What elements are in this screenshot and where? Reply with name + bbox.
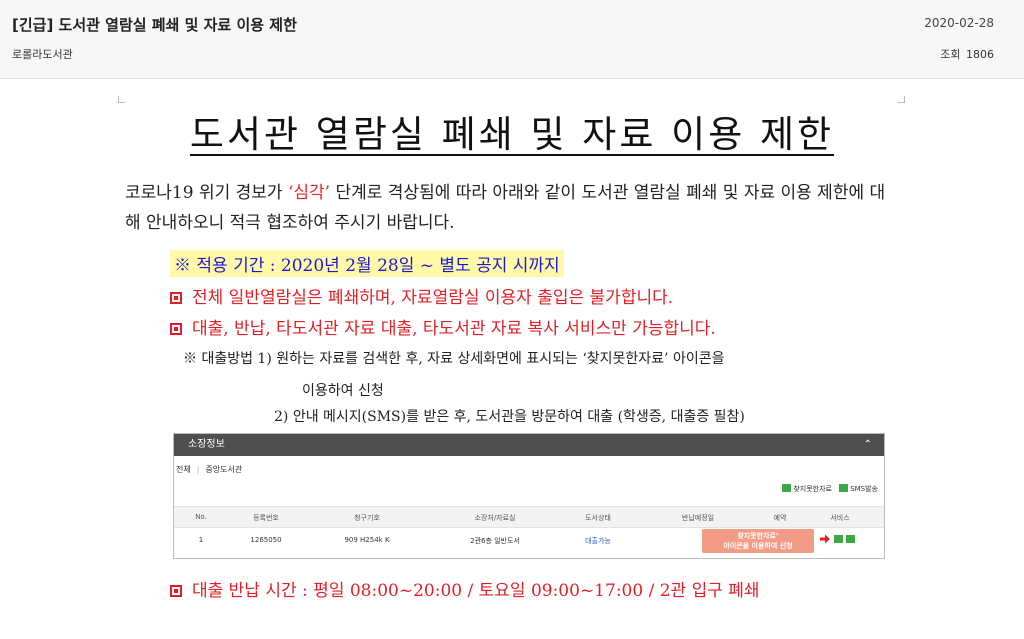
collapse-chevron-icon[interactable]: ⌃ — [864, 434, 872, 456]
cell-reg-no: 1265050 — [250, 536, 282, 544]
cell-no: 1 — [198, 536, 204, 544]
tab-central-library[interactable]: 중앙도서관 — [205, 465, 242, 474]
col-due-date: 반납예정일 — [681, 514, 715, 522]
square-bullet-icon — [170, 585, 182, 597]
views-count: 1806 — [966, 48, 994, 61]
cell-call-no: 909 H254k K — [344, 536, 390, 544]
holdings-panel-header: 소장정보 ⌃ — [174, 434, 884, 456]
col-status: 도서상태 — [585, 514, 611, 522]
loan-method-step2: 2) 안내 메시지(SMS)를 받은 후, 도서관을 방문하여 대출 (학생증,… — [274, 409, 745, 425]
sms-action[interactable]: SMS발송 — [839, 484, 878, 493]
holdings-panel: 소장정보 ⌃ 전체 | 중앙도서관 찾지못한자료 SMS발송 No. 등록번호 청구… — [173, 433, 885, 559]
period-line: ※ 적용 기간 : 2020년 2월 28일 ~ 별도 공지 시까지 — [170, 250, 564, 277]
sms-icon — [839, 484, 849, 492]
post-views: 조회 1806 — [938, 46, 994, 62]
sms-label: SMS발송 — [850, 485, 878, 493]
bullet-services: 대출, 반납, 타도서관 자료 대출, 타도서관 자료 복사 서비스만 가능합니… — [170, 314, 716, 339]
col-reserve: 예약 — [773, 514, 787, 522]
intro-text-before: 코로나19 위기 경보가 — [125, 183, 288, 203]
bullet-services-text: 대출, 반납, 타도서관 자료 대출, 타도서관 자료 복사 서비스만 가능합니… — [192, 319, 716, 339]
col-call-no: 청구기호 — [354, 514, 380, 522]
tab-divider: | — [196, 465, 200, 474]
notfound-action[interactable]: 찾지못한자료 — [782, 484, 832, 493]
post-title: [긴급] 도서관 열람실 폐쇄 및 자료 이용 제한 — [12, 16, 297, 34]
content-corner-right — [898, 96, 905, 103]
bullet-reading-room: 전체 일반열람실은 폐쇄하며, 자료열람실 이용자 출입은 불가합니다. — [170, 283, 673, 308]
col-reg-no: 등록번호 — [253, 514, 279, 522]
cell-status: 대출가능 — [585, 537, 611, 545]
square-bullet-icon — [170, 323, 182, 335]
views-label: 조회 — [940, 48, 961, 61]
bullet-reading-room-text: 전체 일반열람실은 폐쇄하며, 자료열람실 이용자 출입은 불가합니다. — [192, 288, 674, 308]
loan-method-step1-cont: 이용하여 신청 — [302, 383, 384, 399]
holdings-title: 소장정보 — [188, 439, 225, 450]
cell-location: 2관6층 일반도서 — [470, 537, 520, 545]
post-author: 로롤라도서관 — [12, 48, 73, 61]
post-header: [긴급] 도서관 열람실 폐쇄 및 자료 이용 제한 로롤라도서관 2020-0… — [0, 0, 1024, 79]
arrow-right-icon — [820, 534, 830, 544]
col-no: No. — [195, 513, 207, 521]
square-bullet-icon — [170, 292, 182, 304]
intro-highlight: ‘심각’ — [287, 183, 331, 203]
notfound-label: 찾지못한자료 — [793, 485, 832, 493]
content-corner-left — [118, 96, 125, 103]
holdings-actions: 찾지못한자료 SMS발송 — [782, 484, 878, 494]
notfound-callout: 찾지못한자료’ 아이콘을 이용하여 신청 — [702, 529, 814, 553]
notice-title-text: 도서관 열람실 폐쇄 및 자료 이용 제한 — [189, 113, 835, 156]
bullet-hours: 대출 반납 시간 : 평일 08:00~20:00 / 토요일 09:00~17… — [170, 576, 760, 601]
loan-method-step1: ※ 대출방법 1) 원하는 자료를 검색한 후, 자료 상세화면에 표시되는 ‘… — [183, 351, 725, 367]
notfound-icon — [782, 484, 792, 492]
callout-line1: 찾지못한자료’ — [737, 532, 779, 540]
bullet-hours-text: 대출 반납 시간 : 평일 08:00~20:00 / 토요일 09:00~17… — [192, 581, 760, 601]
callout-line2: 아이콘을 이용하여 신청 — [723, 542, 793, 550]
notice-title: 도서관 열람실 폐쇄 및 자료 이용 제한 — [0, 104, 1024, 158]
notice-intro: 코로나19 위기 경보가 ‘심각’ 단계로 격상됨에 따라 아래와 같이 도서관… — [125, 178, 895, 238]
tab-all[interactable]: 전체 — [176, 465, 191, 474]
col-location: 소장처/자료실 — [474, 514, 516, 522]
notfound-service-icon[interactable] — [834, 535, 843, 543]
col-service: 서비스 — [830, 514, 850, 522]
holdings-table-header: No. 등록번호 청구기호 소장처/자료실 도서상태 반납예정일 예약 서비스 — [174, 506, 884, 528]
holdings-tabs: 전체 | 중앙도서관 — [176, 464, 884, 475]
post-date: 2020-02-28 — [924, 16, 994, 30]
sms-service-icon[interactable] — [846, 535, 855, 543]
